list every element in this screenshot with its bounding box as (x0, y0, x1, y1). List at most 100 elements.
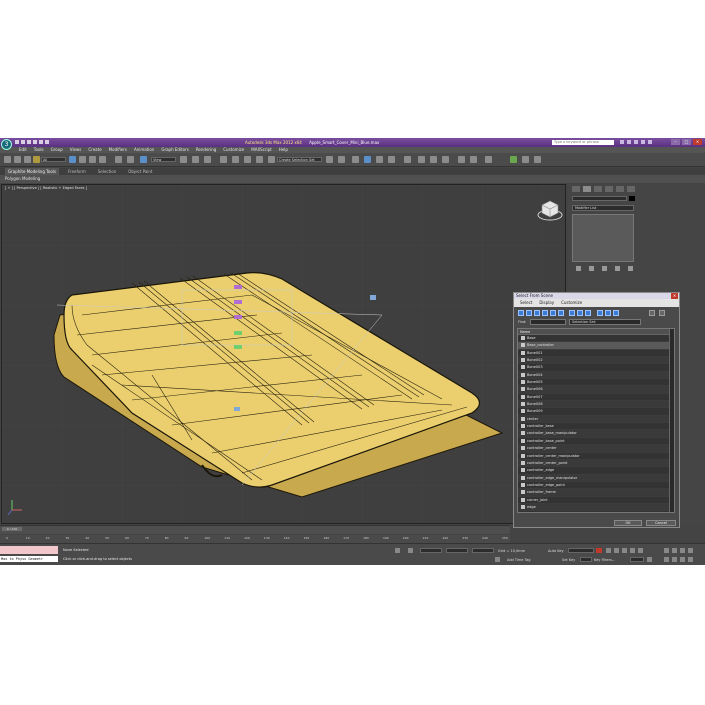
list-scrollbar[interactable] (669, 329, 674, 512)
schematic-view-icon[interactable] (388, 156, 395, 163)
list-item[interactable]: center (518, 415, 674, 424)
search-icon[interactable] (620, 140, 624, 144)
mirror-icon[interactable] (326, 156, 333, 163)
render-setup-icon[interactable] (418, 156, 425, 163)
tab-selection[interactable]: Selection (95, 168, 119, 175)
show-end-result-icon[interactable] (589, 266, 594, 271)
help-icon[interactable] (648, 140, 652, 144)
previous-frame-icon[interactable] (614, 548, 619, 553)
y-coordinate-field[interactable] (446, 548, 468, 553)
maximize-viewport-icon[interactable] (688, 557, 693, 562)
list-item[interactable]: Bone005 (518, 379, 674, 387)
go-to-start-icon[interactable] (606, 548, 611, 553)
list-item[interactable]: controller_center_point (518, 459, 674, 468)
display-space-warps-icon[interactable] (558, 310, 564, 316)
bind-space-warp-icon[interactable] (33, 156, 40, 163)
dialog-menu-customize[interactable]: Customize (561, 299, 582, 307)
list-item[interactable]: Bone003 (518, 364, 674, 372)
subscription-icon[interactable] (627, 140, 631, 144)
snap-toggle-icon[interactable] (220, 156, 227, 163)
render-iterative-icon[interactable] (458, 156, 465, 163)
physx-settings-icon[interactable] (522, 156, 529, 163)
zoom-extents-all-icon[interactable] (688, 548, 693, 553)
absolute-mode-icon[interactable] (408, 548, 413, 553)
selection-set-dropdown[interactable]: Selection Set: (569, 319, 641, 325)
hierarchy-tab-icon[interactable] (594, 186, 602, 192)
move-icon[interactable] (115, 156, 122, 163)
list-item[interactable]: controller_edge_manipulator (518, 474, 674, 482)
pivot-center-icon[interactable] (180, 156, 187, 163)
close-button[interactable]: ✕ (693, 139, 702, 145)
link-icon[interactable] (14, 156, 21, 163)
zoom-all-icon[interactable] (672, 548, 677, 553)
percent-snap-icon[interactable] (244, 156, 251, 163)
maxscript-input[interactable]: Max to Physx Geometr (0, 556, 58, 562)
track-bar[interactable]: 0 10 20 30 40 50 60 70 80 90 100 110 120 130 140 150 160… (0, 535, 510, 543)
rect-selection-icon[interactable] (89, 156, 96, 163)
display-none-icon[interactable] (605, 310, 611, 316)
infocenter-search-input[interactable]: Type a keyword or phrase (552, 140, 614, 145)
list-item[interactable]: Bone006 (518, 386, 674, 394)
activeshade-icon[interactable] (470, 156, 477, 163)
viewport-label[interactable]: [ + ] [ Perspective ] [ Realistic + Edge… (5, 186, 87, 190)
display-bones-icon[interactable] (585, 310, 591, 316)
redo-icon[interactable] (39, 140, 43, 144)
object-name-field[interactable] (572, 196, 627, 201)
time-slider[interactable]: 0 / 100 (2, 527, 22, 531)
viewcube-icon[interactable] (537, 197, 563, 221)
select-manipulate-icon[interactable] (192, 156, 199, 163)
list-item[interactable]: controller_base_point (518, 438, 674, 446)
lock-selection-icon[interactable] (395, 548, 400, 553)
x-coordinate-field[interactable] (420, 548, 442, 553)
maxscript-mini-listener[interactable] (0, 546, 58, 554)
display-all-icon[interactable] (597, 310, 603, 316)
list-item[interactable]: controller_center (518, 445, 674, 453)
list-item[interactable]: Base_controller (518, 342, 674, 350)
list-item[interactable]: controller_center_manipulator (518, 453, 674, 460)
modify-tab-icon[interactable] (583, 186, 591, 192)
time-slider-track[interactable]: 0 / 100 (0, 525, 510, 534)
display-xrefs-icon[interactable] (577, 310, 583, 316)
time-configuration-icon[interactable] (647, 557, 652, 562)
undo-icon[interactable] (4, 156, 11, 163)
current-frame-field[interactable] (630, 557, 644, 562)
unlink-icon[interactable] (24, 156, 31, 163)
material-editor-icon[interactable] (404, 156, 411, 163)
filter-icon[interactable] (649, 310, 655, 316)
list-item[interactable]: Bone008 (518, 401, 674, 409)
display-cameras-icon[interactable] (542, 310, 548, 316)
create-tab-icon[interactable] (572, 186, 580, 192)
next-frame-icon[interactable] (630, 548, 635, 553)
find-input[interactable] (530, 319, 566, 325)
display-helpers-icon[interactable] (550, 310, 556, 316)
align-icon[interactable] (338, 156, 345, 163)
list-item[interactable]: controller_frame (518, 489, 674, 497)
selection-filter-dropdown[interactable]: All (41, 157, 66, 162)
undo-icon[interactable] (33, 140, 37, 144)
list-item[interactable]: controller_edge_point (518, 482, 674, 490)
tab-graphite-modeling-tools[interactable]: Graphite Modeling Tools (5, 168, 60, 175)
list-item[interactable]: Bone001 (518, 350, 674, 358)
object-color-swatch[interactable] (629, 196, 635, 201)
render-production-icon[interactable] (442, 156, 449, 163)
modifier-stack[interactable] (572, 214, 634, 262)
save-icon[interactable] (27, 140, 31, 144)
auto-key-button[interactable]: Auto Key (548, 549, 564, 553)
rotate-icon[interactable] (127, 156, 134, 163)
list-item[interactable]: Bone009 (518, 408, 674, 416)
zoom-icon[interactable] (664, 548, 669, 553)
key-mode-dropdown[interactable] (568, 548, 594, 553)
scale-icon[interactable] (140, 156, 147, 163)
layer-manager-icon[interactable] (352, 156, 359, 163)
list-item[interactable]: Bone002 (518, 357, 674, 365)
named-selection-dropdown[interactable]: Create Selection Set (277, 157, 322, 162)
physx-icon[interactable] (510, 156, 517, 163)
display-invert-icon[interactable] (613, 310, 619, 316)
display-geometry-icon[interactable] (518, 310, 524, 316)
list-item[interactable]: Bone004 (518, 371, 674, 380)
select-object-icon[interactable] (69, 156, 76, 163)
motion-tab-icon[interactable] (605, 186, 613, 192)
display-lights-icon[interactable] (534, 310, 540, 316)
pin-stack-icon[interactable] (576, 266, 581, 271)
window-crossing-icon[interactable] (99, 156, 106, 163)
